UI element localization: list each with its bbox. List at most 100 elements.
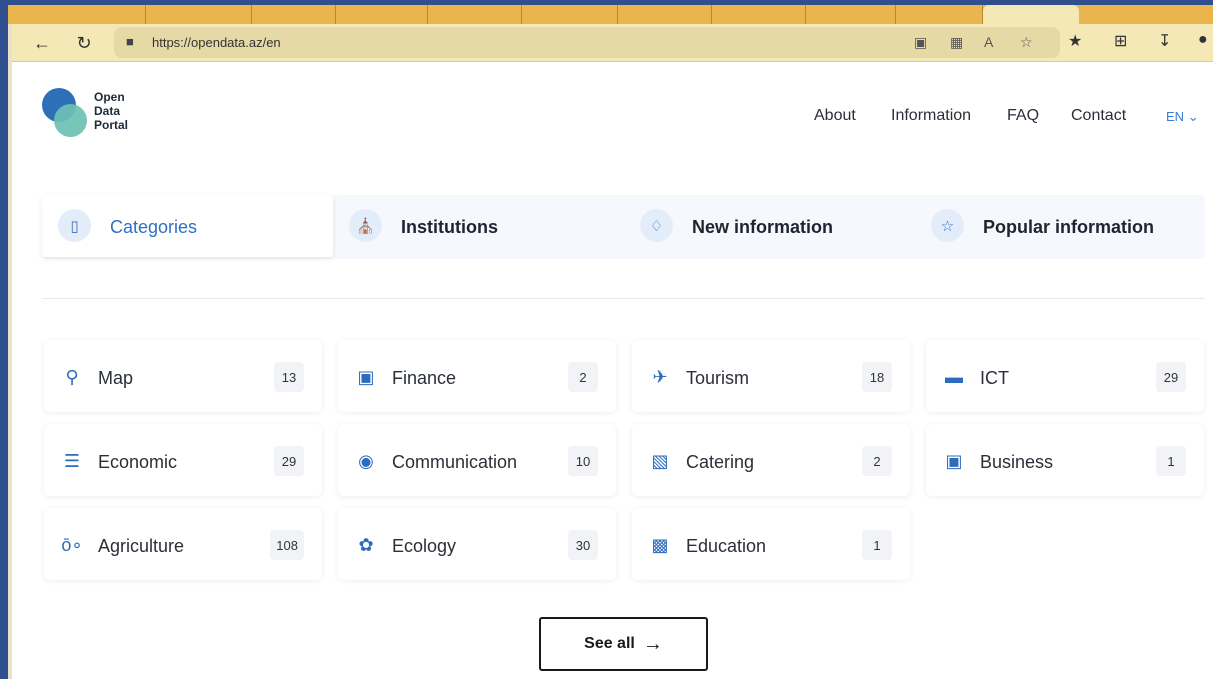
category-card-ecology[interactable]: ✿ Ecology 30 bbox=[338, 508, 616, 580]
logo-line: Portal bbox=[94, 118, 129, 132]
airplane-icon: ✈ bbox=[652, 366, 668, 387]
category-name: Catering bbox=[686, 452, 755, 472]
category-name: Ecology bbox=[392, 536, 457, 556]
category-count: 2 bbox=[568, 362, 598, 392]
seeds-icon: ō∘ bbox=[61, 534, 83, 555]
tab-label: Institutions bbox=[401, 217, 498, 237]
nav-information[interactable]: Information bbox=[891, 107, 971, 125]
profile-icon[interactable]: ● bbox=[1198, 31, 1208, 49]
category-card-catering[interactable]: ▧ Catering 2 bbox=[632, 424, 910, 496]
briefcase-icon: ▣ bbox=[357, 366, 375, 387]
category-count: 1 bbox=[1156, 446, 1186, 476]
category-name: ICT bbox=[980, 368, 1009, 388]
browser-tab[interactable] bbox=[806, 5, 896, 24]
content-tabs: ▯ Categories ⛪ Institutions ♢ New inform… bbox=[42, 195, 1205, 259]
category-name: Agriculture bbox=[98, 536, 185, 556]
logo-line: Data bbox=[94, 104, 121, 118]
collections-icon[interactable]: ⊞ bbox=[1114, 31, 1127, 51]
tab-new-information[interactable]: ♢ New information bbox=[624, 195, 915, 257]
category-count: 13 bbox=[274, 362, 304, 392]
browser-tab[interactable] bbox=[28, 5, 146, 24]
nav-contact[interactable]: Contact bbox=[1071, 107, 1126, 125]
category-card-agriculture[interactable]: ō∘ Agriculture 108 bbox=[44, 508, 322, 580]
browser-tabstrip bbox=[8, 0, 1213, 24]
url-text: https://opendata.az/en bbox=[152, 35, 281, 50]
broadcast-icon: ◉ bbox=[358, 450, 374, 471]
language-label: EN bbox=[1166, 109, 1185, 124]
browser-tab[interactable] bbox=[428, 5, 522, 24]
category-name: Economic bbox=[98, 452, 178, 472]
category-count: 30 bbox=[568, 530, 598, 560]
tab-categories[interactable]: ▯ Categories bbox=[42, 195, 333, 257]
chevron-down-icon: ⌄ bbox=[1187, 109, 1199, 124]
category-count: 2 bbox=[862, 446, 892, 476]
leaf-icon: ✿ bbox=[358, 534, 374, 555]
coins-icon: ☰ bbox=[63, 450, 81, 471]
category-count: 1 bbox=[862, 530, 892, 560]
category-count: 29 bbox=[274, 446, 304, 476]
logo-circle-teal bbox=[54, 104, 87, 137]
category-name: Map bbox=[98, 368, 134, 388]
downloads-icon[interactable]: ↧ bbox=[1158, 31, 1171, 51]
category-count: 108 bbox=[270, 530, 304, 560]
book-icon: ▩ bbox=[651, 534, 669, 555]
store-icon: ▧ bbox=[651, 450, 669, 471]
briefcase-icon: ▣ bbox=[945, 450, 963, 471]
lock-icon: ■ bbox=[126, 34, 134, 49]
favorites-icon[interactable]: ★ bbox=[1068, 31, 1082, 51]
category-name: Tourism bbox=[686, 368, 750, 388]
tab-institutions[interactable]: ⛪ Institutions bbox=[333, 195, 624, 257]
divider bbox=[42, 298, 1205, 299]
category-name: Finance bbox=[392, 368, 457, 388]
arrow-right-icon: → bbox=[642, 632, 663, 655]
category-count: 29 bbox=[1156, 362, 1186, 392]
browser-tab[interactable] bbox=[252, 5, 336, 24]
browser-tab[interactable] bbox=[522, 5, 618, 24]
site-logo[interactable] bbox=[42, 88, 88, 138]
browser-tab-active[interactable] bbox=[983, 5, 1079, 24]
category-card-education[interactable]: ▩ Education 1 bbox=[632, 508, 910, 580]
map-pin-icon: ⚲ bbox=[65, 366, 79, 387]
category-card-tourism[interactable]: ✈ Tourism 18 bbox=[632, 340, 910, 412]
refresh-icon[interactable]: ↻ bbox=[70, 29, 98, 57]
nav-faq[interactable]: FAQ bbox=[1007, 107, 1039, 125]
tab-popular-information[interactable]: ☆ Popular information bbox=[915, 195, 1206, 257]
favorite-add-icon[interactable]: ☆ bbox=[1020, 34, 1033, 51]
category-card-map[interactable]: ⚲ Map 13 bbox=[44, 340, 322, 412]
category-card-ict[interactable]: ▬ ICT 29 bbox=[926, 340, 1204, 412]
category-count: 10 bbox=[568, 446, 598, 476]
browser-toolbar: ← ↻ ■ https://opendata.az/en ▣ ▦ A ☆ ★ ⊞… bbox=[12, 24, 1213, 62]
browser-tab[interactable] bbox=[712, 5, 806, 24]
back-icon[interactable]: ← bbox=[28, 29, 56, 57]
window-frame bbox=[0, 0, 8, 679]
cast-icon[interactable]: ▣ bbox=[914, 34, 927, 51]
book-icon: ▯ bbox=[58, 209, 91, 242]
star-icon: ☆ bbox=[931, 209, 964, 242]
see-all-label: See all bbox=[584, 635, 635, 652]
logo-text[interactable]: Open Data Portal bbox=[94, 90, 154, 132]
category-card-business[interactable]: ▣ Business 1 bbox=[926, 424, 1204, 496]
bell-icon: ♢ bbox=[640, 209, 673, 242]
category-name: Business bbox=[980, 452, 1054, 472]
tab-label: Popular information bbox=[983, 217, 1154, 237]
nav-about[interactable]: About bbox=[814, 107, 856, 125]
apps-icon[interactable]: ▦ bbox=[950, 34, 963, 51]
category-card-communication[interactable]: ◉ Communication 10 bbox=[338, 424, 616, 496]
category-name: Communication bbox=[392, 452, 518, 472]
address-bar[interactable]: ■ https://opendata.az/en ▣ ▦ A ☆ bbox=[114, 27, 1060, 58]
language-selector[interactable]: EN ⌄ bbox=[1166, 109, 1199, 125]
browser-tab[interactable] bbox=[896, 5, 983, 24]
browser-tab[interactable] bbox=[146, 5, 252, 24]
category-name: Education bbox=[686, 536, 767, 556]
logo-line: Open bbox=[94, 90, 125, 104]
browser-tab[interactable] bbox=[618, 5, 712, 24]
category-count: 18 bbox=[862, 362, 892, 392]
window-frame-inner bbox=[8, 0, 12, 679]
see-all-button[interactable]: See all → bbox=[539, 617, 708, 671]
category-card-economic[interactable]: ☰ Economic 29 bbox=[44, 424, 322, 496]
tab-label: New information bbox=[692, 217, 834, 237]
category-card-finance[interactable]: ▣ Finance 2 bbox=[338, 340, 616, 412]
browser-tab[interactable] bbox=[336, 5, 428, 24]
read-aloud-icon[interactable]: A bbox=[984, 34, 993, 50]
laptop-icon: ▬ bbox=[945, 366, 963, 387]
